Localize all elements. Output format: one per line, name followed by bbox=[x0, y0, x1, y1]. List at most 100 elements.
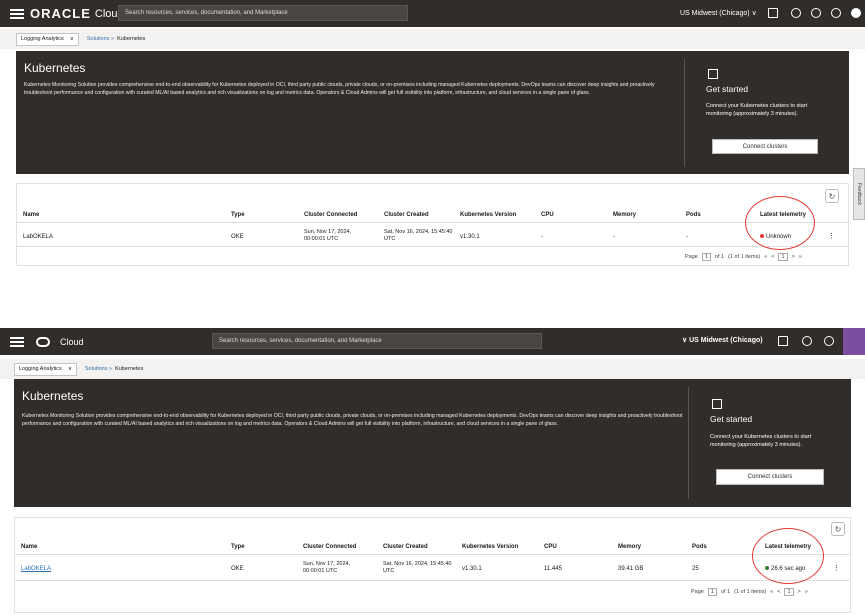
pager-items: (1 of 1 items) bbox=[734, 589, 767, 595]
breadcrumb-solutions-link[interactable]: Solutions » bbox=[87, 36, 114, 42]
notifications-icon[interactable] bbox=[791, 8, 801, 18]
col-kubernetes-version[interactable]: Kubernetes Version bbox=[462, 544, 518, 550]
first-page-icon[interactable]: « bbox=[764, 254, 767, 260]
screenshot-after: Cloud Search resources, services, docume… bbox=[0, 328, 865, 615]
refresh-icon[interactable]: ↻ bbox=[825, 189, 839, 203]
pager-of: of 1 bbox=[714, 254, 725, 260]
separator bbox=[0, 268, 865, 328]
select-value: Logging Analytics bbox=[21, 36, 64, 42]
col-cluster-created[interactable]: Cluster Created bbox=[384, 212, 429, 218]
screenshot-before: ORACLE Cloud Search resources, services,… bbox=[0, 0, 865, 268]
chevron-down-icon: ∨ bbox=[67, 366, 72, 372]
current-page-button[interactable]: 1 bbox=[784, 588, 794, 596]
col-type[interactable]: Type bbox=[231, 212, 245, 218]
banner-divider bbox=[688, 387, 689, 499]
cloud-shell-icon[interactable] bbox=[778, 336, 788, 346]
current-page-button[interactable]: 1 bbox=[778, 253, 788, 261]
cell-connected: Sun, Nov 17, 2024, 00:00:01 UTC bbox=[304, 229, 352, 242]
col-cpu[interactable]: CPU bbox=[541, 212, 554, 218]
region-selector[interactable]: US Midwest (Chicago) ∨ bbox=[680, 9, 757, 17]
get-started-title: Get started bbox=[706, 84, 749, 94]
hamburger-menu-icon[interactable] bbox=[10, 8, 24, 19]
connect-clusters-button[interactable]: Connect clusters bbox=[716, 469, 824, 485]
cell-version: v1.30.1 bbox=[460, 234, 480, 240]
cell-cpu: - bbox=[541, 234, 543, 240]
banner-divider bbox=[684, 59, 685, 167]
help-icon[interactable] bbox=[811, 8, 821, 18]
header-divider bbox=[15, 554, 850, 555]
refresh-icon[interactable]: ↻ bbox=[831, 522, 845, 536]
region-selector[interactable]: ∨ US Midwest (Chicago) bbox=[682, 336, 763, 344]
logging-analytics-select[interactable]: Logging Analytics ∨ bbox=[14, 362, 77, 376]
pagination: Page 1 of 1 (1 of 1 items) « < 1 > » bbox=[691, 588, 808, 596]
pager-label: Page bbox=[691, 589, 704, 595]
hamburger-menu-icon[interactable] bbox=[10, 336, 24, 347]
pager-page-input[interactable]: 1 bbox=[707, 588, 717, 596]
cell-memory: 39.41 GB bbox=[618, 566, 644, 572]
language-globe-icon[interactable] bbox=[831, 8, 841, 18]
last-page-icon[interactable]: » bbox=[799, 254, 802, 260]
cell-name-link[interactable]: LabOKELA bbox=[21, 566, 51, 572]
search-input[interactable]: Search resources, services, documentatio… bbox=[212, 333, 542, 349]
connect-clusters-button[interactable]: Connect clusters bbox=[712, 139, 818, 154]
col-memory[interactable]: Memory bbox=[618, 544, 641, 550]
col-name[interactable]: Name bbox=[21, 544, 37, 550]
row-actions-icon[interactable]: ⋮ bbox=[828, 232, 835, 240]
cell-type: OKE bbox=[231, 234, 244, 240]
top-header: ORACLE Cloud Search resources, services,… bbox=[0, 0, 865, 27]
breadcrumb-solutions-link[interactable]: Solutions » bbox=[85, 366, 112, 372]
get-started-text: Connect your Kubernetes clusters to star… bbox=[706, 103, 808, 117]
col-pods[interactable]: Pods bbox=[686, 212, 701, 218]
cell-type: OKE bbox=[231, 566, 244, 572]
select-value: Logging Analytics bbox=[19, 366, 62, 372]
cell-created: Sat, Nov 16, 2024, 15:45:40 UTC bbox=[384, 229, 453, 242]
breadcrumb: Logging Analytics ∨ Solutions » Kubernet… bbox=[0, 359, 865, 379]
oracle-logo[interactable]: ORACLE bbox=[30, 6, 91, 21]
col-kubernetes-version[interactable]: Kubernetes Version bbox=[460, 212, 516, 218]
feedback-tab[interactable]: Feedback bbox=[853, 168, 865, 220]
profile-icon[interactable] bbox=[851, 8, 861, 18]
kubernetes-banner: Kubernetes Kubernetes Monitoring Solutio… bbox=[16, 51, 849, 174]
prev-page-icon[interactable]: < bbox=[777, 589, 780, 595]
oracle-cloud-icon[interactable] bbox=[36, 336, 50, 347]
cell-pods: - bbox=[686, 234, 688, 240]
logging-analytics-select[interactable]: Logging Analytics ∨ bbox=[16, 32, 79, 46]
kubernetes-banner: Kubernetes Kubernetes Monitoring Solutio… bbox=[14, 379, 851, 507]
last-page-icon[interactable]: » bbox=[805, 589, 808, 595]
clusters-table: ↻ Name Type Cluster Connected Cluster Cr… bbox=[14, 517, 851, 613]
notifications-icon[interactable] bbox=[802, 336, 812, 346]
help-icon[interactable] bbox=[824, 336, 834, 346]
col-type[interactable]: Type bbox=[231, 544, 245, 550]
col-cpu[interactable]: CPU bbox=[544, 544, 557, 550]
cell-created: Sat, Nov 16, 2024, 15:45:40 UTC bbox=[383, 561, 452, 574]
pager-page-input[interactable]: 1 bbox=[701, 253, 711, 261]
col-cluster-created[interactable]: Cluster Created bbox=[383, 544, 428, 550]
col-name[interactable]: Name bbox=[23, 212, 39, 218]
next-page-icon[interactable]: > bbox=[792, 254, 795, 260]
cell-version: v1.30.1 bbox=[462, 566, 482, 572]
next-page-icon[interactable]: > bbox=[798, 589, 801, 595]
cell-name[interactable]: LabOKELA bbox=[23, 234, 53, 240]
get-started-text: Connect your Kubernetes clusters to star… bbox=[710, 434, 812, 448]
cell-pods: 25 bbox=[692, 566, 699, 572]
clusters-table: ↻ Name Type Cluster Connected Cluster Cr… bbox=[16, 183, 849, 266]
search-input[interactable]: Search resources, services, documentatio… bbox=[118, 5, 408, 21]
cloud-shell-icon[interactable] bbox=[768, 8, 778, 18]
pager-items: (1 of 1 items) bbox=[728, 254, 761, 260]
cell-connected: Sun, Nov 17, 2024, 00:00:01 UTC bbox=[303, 561, 351, 574]
banner-description: Kubernetes Monitoring Solution provides … bbox=[24, 82, 655, 96]
row-divider bbox=[17, 246, 848, 247]
cloud-label: Cloud bbox=[60, 336, 84, 347]
profile-icon[interactable] bbox=[843, 328, 865, 355]
cell-memory: - bbox=[613, 234, 615, 240]
col-pods[interactable]: Pods bbox=[692, 544, 707, 550]
row-actions-icon[interactable]: ⋮ bbox=[833, 564, 840, 572]
col-cluster-connected[interactable]: Cluster Connected bbox=[303, 544, 356, 550]
breadcrumb-current: Kubernetes bbox=[115, 366, 144, 372]
first-page-icon[interactable]: « bbox=[770, 589, 773, 595]
red-annotation-circle bbox=[745, 196, 815, 250]
prev-page-icon[interactable]: < bbox=[771, 254, 774, 260]
col-cluster-connected[interactable]: Cluster Connected bbox=[304, 212, 357, 218]
col-memory[interactable]: Memory bbox=[613, 212, 636, 218]
page-title: Kubernetes bbox=[24, 61, 86, 75]
